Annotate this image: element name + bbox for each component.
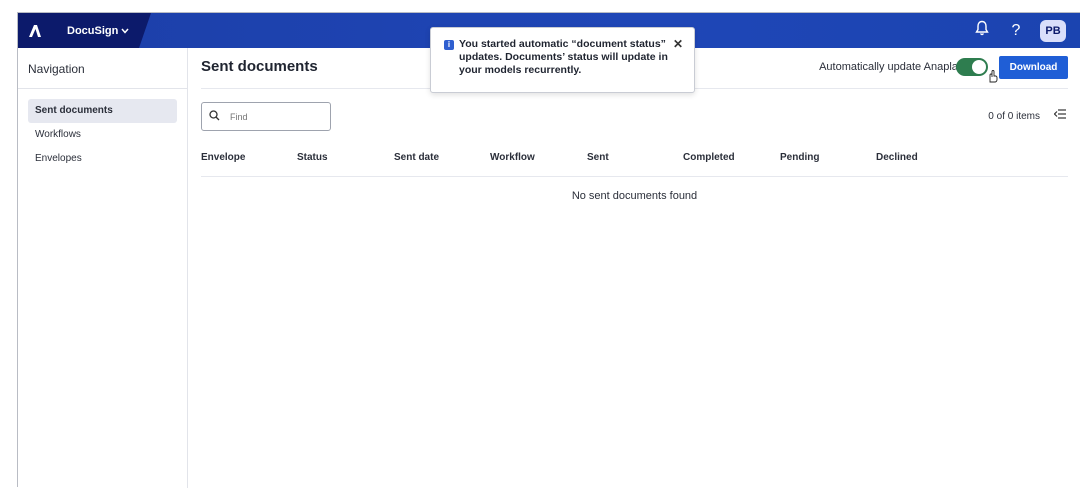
item-count: 0 of 0 items: [988, 111, 1040, 122]
avatar[interactable]: PB: [1040, 19, 1066, 42]
table-header: Envelope Status Sent date Workflow Sent …: [201, 152, 1068, 176]
column-header-completed[interactable]: Completed: [683, 152, 735, 163]
sidebar-title: Navigation: [28, 62, 85, 76]
search-input[interactable]: [228, 110, 322, 123]
divider: [18, 88, 187, 89]
search-field[interactable]: [201, 102, 331, 131]
search-icon: [209, 109, 220, 124]
column-header-workflow[interactable]: Workflow: [490, 152, 535, 163]
page-title: Sent documents: [201, 58, 318, 75]
column-header-envelope[interactable]: Envelope: [201, 152, 245, 163]
toast-message: You started automatic “document status” …: [459, 38, 668, 76]
toggle-knob: [972, 60, 986, 74]
auto-update-label: Automatically update Anaplan: [819, 61, 964, 73]
sidebar-nav: Sent documents Workflows Envelopes: [28, 99, 177, 171]
column-header-sent[interactable]: Sent: [587, 152, 609, 163]
sidebar-item-envelopes[interactable]: Envelopes: [28, 147, 177, 171]
download-button[interactable]: Download: [999, 56, 1068, 79]
main-content: Sent documents Automatically update Anap…: [189, 48, 1080, 488]
divider: [201, 176, 1068, 177]
sidebar-item-sent-documents[interactable]: Sent documents: [28, 99, 177, 123]
app-switcher[interactable]: DocuSign: [51, 13, 151, 48]
column-header-status[interactable]: Status: [297, 152, 328, 163]
column-header-sent-date[interactable]: Sent date: [394, 152, 439, 163]
chevron-down-icon: [121, 26, 129, 36]
column-header-declined[interactable]: Declined: [876, 152, 918, 163]
anaplan-logo[interactable]: [18, 13, 51, 48]
auto-update-toggle[interactable]: [956, 58, 988, 76]
anaplan-logo-icon: [28, 24, 41, 37]
help-icon[interactable]: ?: [1006, 22, 1026, 40]
column-header-pending[interactable]: Pending: [780, 152, 819, 163]
pointer-cursor-icon: [987, 70, 998, 86]
app-name: DocuSign: [67, 24, 119, 37]
close-icon[interactable]: ✕: [673, 37, 683, 51]
empty-state-message: No sent documents found: [571, 190, 698, 202]
bell-icon[interactable]: [972, 20, 992, 41]
sidebar-item-workflows[interactable]: Workflows: [28, 123, 177, 147]
notification-toast: i You started automatic “document status…: [430, 27, 695, 93]
sidebar: Navigation Sent documents Workflows Enve…: [18, 48, 188, 488]
info-icon: i: [444, 40, 454, 50]
column-settings-icon[interactable]: [1053, 108, 1066, 122]
